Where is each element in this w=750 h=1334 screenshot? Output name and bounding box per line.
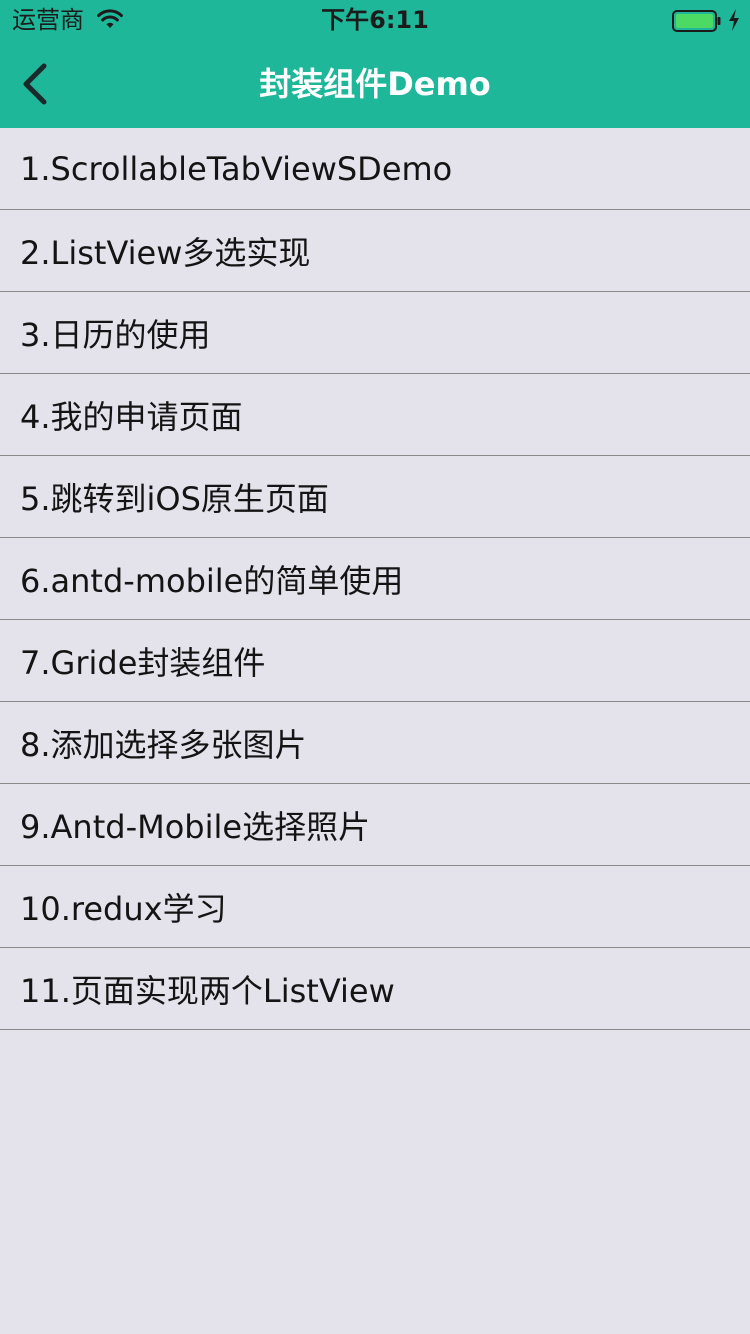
list-item-label: 10.redux学习 [20,889,227,928]
list-item-label: 7.Gride封装组件 [20,643,266,682]
list-item-label: 9.Antd-Mobile选择照片 [20,807,371,846]
list-item-label: 11.页面实现两个ListView [20,971,395,1010]
list-item[interactable]: 10.redux学习 [0,866,750,948]
list-item-label: 1.ScrollableTabViewSDemo [20,149,453,188]
status-time: 下午6:11 [321,6,429,34]
list-item-label: 6.antd-mobile的简单使用 [20,561,404,600]
list-item[interactable]: 5.跳转到iOS原生页面 [0,456,750,538]
list-item[interactable]: 7.Gride封装组件 [0,620,750,702]
battery-icon [672,10,721,32]
list-item-label: 2.ListView多选实现 [20,233,311,272]
list-item-label: 3.日历的使用 [20,315,211,354]
list-item[interactable]: 3.日历的使用 [0,292,750,374]
list-item-label: 4.我的申请页面 [20,397,243,436]
status-bar: 运营商 下午6:11 [0,0,750,40]
list-item[interactable]: 6.antd-mobile的简单使用 [0,538,750,620]
list-item[interactable]: 2.ListView多选实现 [0,210,750,292]
demo-list: 1.ScrollableTabViewSDemo 2.ListView多选实现 … [0,128,750,1030]
top-bar: 运营商 下午6:11 封装组件Demo [0,0,750,128]
list-item[interactable]: 11.页面实现两个ListView [0,948,750,1030]
navigation-bar: 封装组件Demo [0,40,750,128]
list-item[interactable]: 9.Antd-Mobile选择照片 [0,784,750,866]
page-title: 封装组件Demo [259,65,491,103]
list-item[interactable]: 4.我的申请页面 [0,374,750,456]
list-item-label: 8.添加选择多张图片 [20,725,307,764]
list-item[interactable]: 1.ScrollableTabViewSDemo [0,128,750,210]
list-item-label: 5.跳转到iOS原生页面 [20,479,329,518]
charging-icon [729,9,739,31]
list-item[interactable]: 8.添加选择多张图片 [0,702,750,784]
